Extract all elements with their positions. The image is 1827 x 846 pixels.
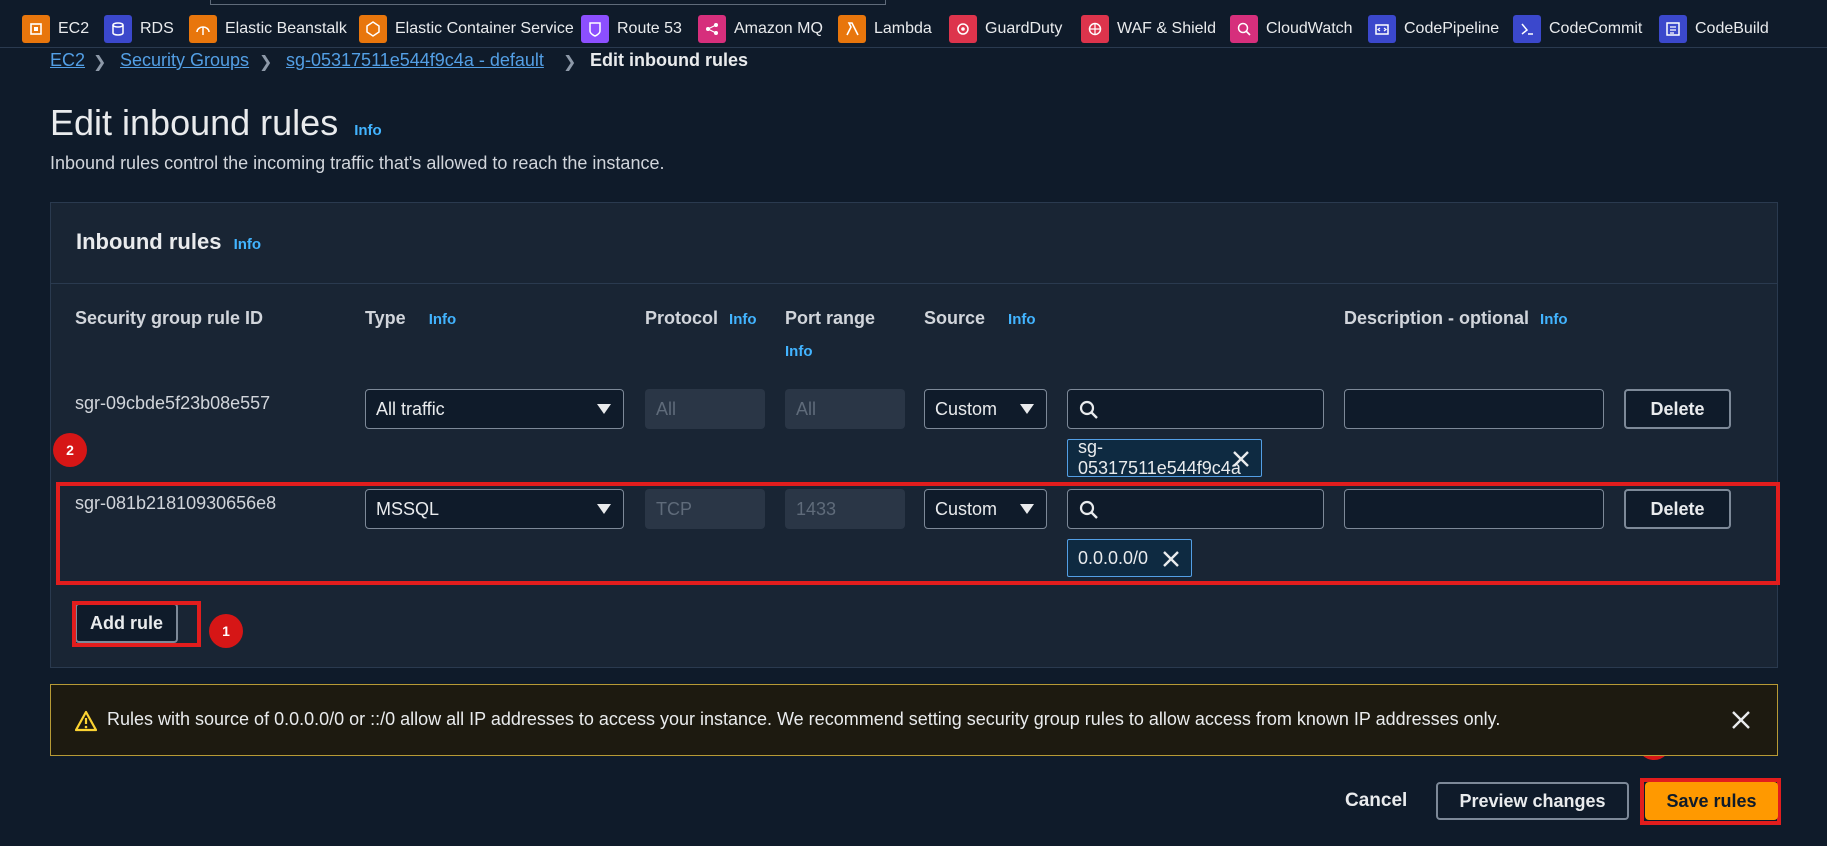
column-header-protocol-label: Protocol [645,308,719,328]
favorite-guardduty[interactable]: GuardDuty [949,14,1062,44]
delete-button[interactable]: Delete [1624,389,1731,429]
source-search-input[interactable] [1067,389,1324,429]
remove-token-icon[interactable] [1231,449,1251,469]
description-input[interactable] [1344,389,1604,429]
protocol-field: All [645,389,765,429]
inbound-rules-panel: Inbound rules Info Security group rule I… [50,202,1778,668]
info-link[interactable]: Info [1008,311,1036,328]
alert-text: Rules with source of 0.0.0.0/0 or ::/0 a… [107,709,1501,729]
favorite-label: CloudWatch [1266,20,1353,37]
favorite-cloudwatch[interactable]: CloudWatch [1230,14,1353,44]
warning-alert: Rules with source of 0.0.0.0/0 or ::/0 a… [50,684,1778,756]
favorite-route53[interactable]: Route 53 [581,14,682,44]
favorite-label: Elastic Container Service [395,20,574,37]
favorite-codecommit[interactable]: CodeCommit [1513,14,1642,44]
column-header-source: Source Info [924,308,1036,329]
favorite-label: WAF & Shield [1117,20,1216,37]
page-title-text: Edit inbound rules [50,102,339,143]
favorite-codebuild[interactable]: CodeBuild [1659,14,1769,44]
info-link[interactable]: Info [354,122,382,139]
rule-id: sgr-09cbde5f23b08e557 [75,393,271,413]
favorite-ec2[interactable]: EC2 [22,14,89,44]
ec2-icon [22,15,50,43]
ecs-icon [359,15,387,43]
favorite-label: CodePipeline [1404,20,1500,37]
caret-down-icon [597,404,611,414]
cancel-button[interactable]: Cancel [1345,790,1407,812]
codepipeline-icon [1368,15,1396,43]
panel-title-text: Inbound rules [76,229,222,254]
amazon-mq-icon [698,15,726,43]
favorite-rds[interactable]: RDS [104,14,174,44]
favorite-amazon-mq[interactable]: Amazon MQ [698,14,823,44]
guardduty-icon [949,15,977,43]
favorite-label: EC2 [58,20,90,37]
column-header-description-label: Description - optional [1344,308,1530,328]
favorite-waf-shield[interactable]: WAF & Shield [1081,14,1216,44]
favorite-label: Lambda [874,20,932,37]
type-select[interactable]: All traffic [365,389,624,429]
annotation-badge-1: 1 [209,614,243,648]
annotation-highlight-add-rule [72,601,201,647]
favorite-label: CodeBuild [1695,20,1769,37]
source-select[interactable]: Custom [924,389,1047,429]
close-icon[interactable] [1731,710,1751,730]
favorite-label: Amazon MQ [734,20,823,37]
info-link[interactable]: Info [729,311,757,328]
panel-header: Inbound rules Info [51,203,1777,284]
favorite-label: GuardDuty [985,20,1063,37]
search-field-edge [210,0,886,5]
chevron-right-icon: ❯ [563,54,577,71]
column-header-source-label: Source [924,308,986,328]
column-header-type-label: Type [365,308,406,328]
favorite-label: RDS [140,20,174,37]
page-description: Inbound rules control the incoming traff… [50,153,665,173]
favorite-ecs[interactable]: Elastic Container Service [359,14,574,44]
source-select-value: Custom [935,398,998,419]
favorite-label: CodeCommit [1549,20,1643,37]
warning-icon [75,710,97,732]
breadcrumb-security-group[interactable]: sg-05317511e544f9c4a - default [286,50,544,71]
info-link[interactable]: Info [785,343,875,360]
codecommit-icon [1513,15,1541,43]
favorite-elastic-beanstalk[interactable]: Elastic Beanstalk [189,14,347,44]
port-range-field: All [785,389,905,429]
info-link[interactable]: Info [234,236,262,253]
type-select-value: All traffic [376,398,445,419]
page-title: Edit inbound rules Info [50,102,382,144]
save-rules-button[interactable]: Save rules [1645,782,1778,820]
preview-changes-button[interactable]: Preview changes [1436,782,1629,820]
breadcrumb-ec2[interactable]: EC2 [50,50,85,71]
column-header-port-range-label: Port range [785,308,876,328]
column-header-rule-id: Security group rule ID [75,308,264,328]
breadcrumb-current: Edit inbound rules [590,50,748,70]
column-header-description: Description - optional Info [1344,308,1568,329]
column-header-protocol: Protocol Info [645,308,757,329]
info-link[interactable]: Info [1540,311,1568,328]
favorite-label: Elastic Beanstalk [225,20,347,37]
route53-icon [581,15,609,43]
search-icon [1079,400,1098,419]
favorites-bar: EC2 RDS Elastic Beanstalk Elastic Contai… [0,0,1827,48]
source-token: sg-05317511e544f9c4a [1067,437,1262,478]
cloudwatch-icon [1230,15,1258,43]
chevron-right-icon: ❯ [259,54,273,71]
lambda-icon [838,15,866,43]
column-header-type: Type Info [365,308,456,329]
favorite-lambda[interactable]: Lambda [838,14,932,44]
annotation-badge-2: 2 [53,433,87,467]
column-header-port-range: Port range Info [785,308,875,360]
elastic-beanstalk-icon [189,15,217,43]
rds-icon [104,15,132,43]
favorite-codepipeline[interactable]: CodePipeline [1368,14,1499,44]
annotation-highlight-rule-row [56,482,1780,585]
favorite-label: Route 53 [617,20,682,37]
caret-down-icon [1020,404,1034,414]
breadcrumb-security-groups[interactable]: Security Groups [120,50,249,71]
waf-shield-icon [1081,15,1109,43]
chevron-right-icon: ❯ [93,54,107,71]
info-link[interactable]: Info [429,311,457,328]
codebuild-icon [1659,15,1687,43]
panel-title: Inbound rules Info [76,229,261,255]
